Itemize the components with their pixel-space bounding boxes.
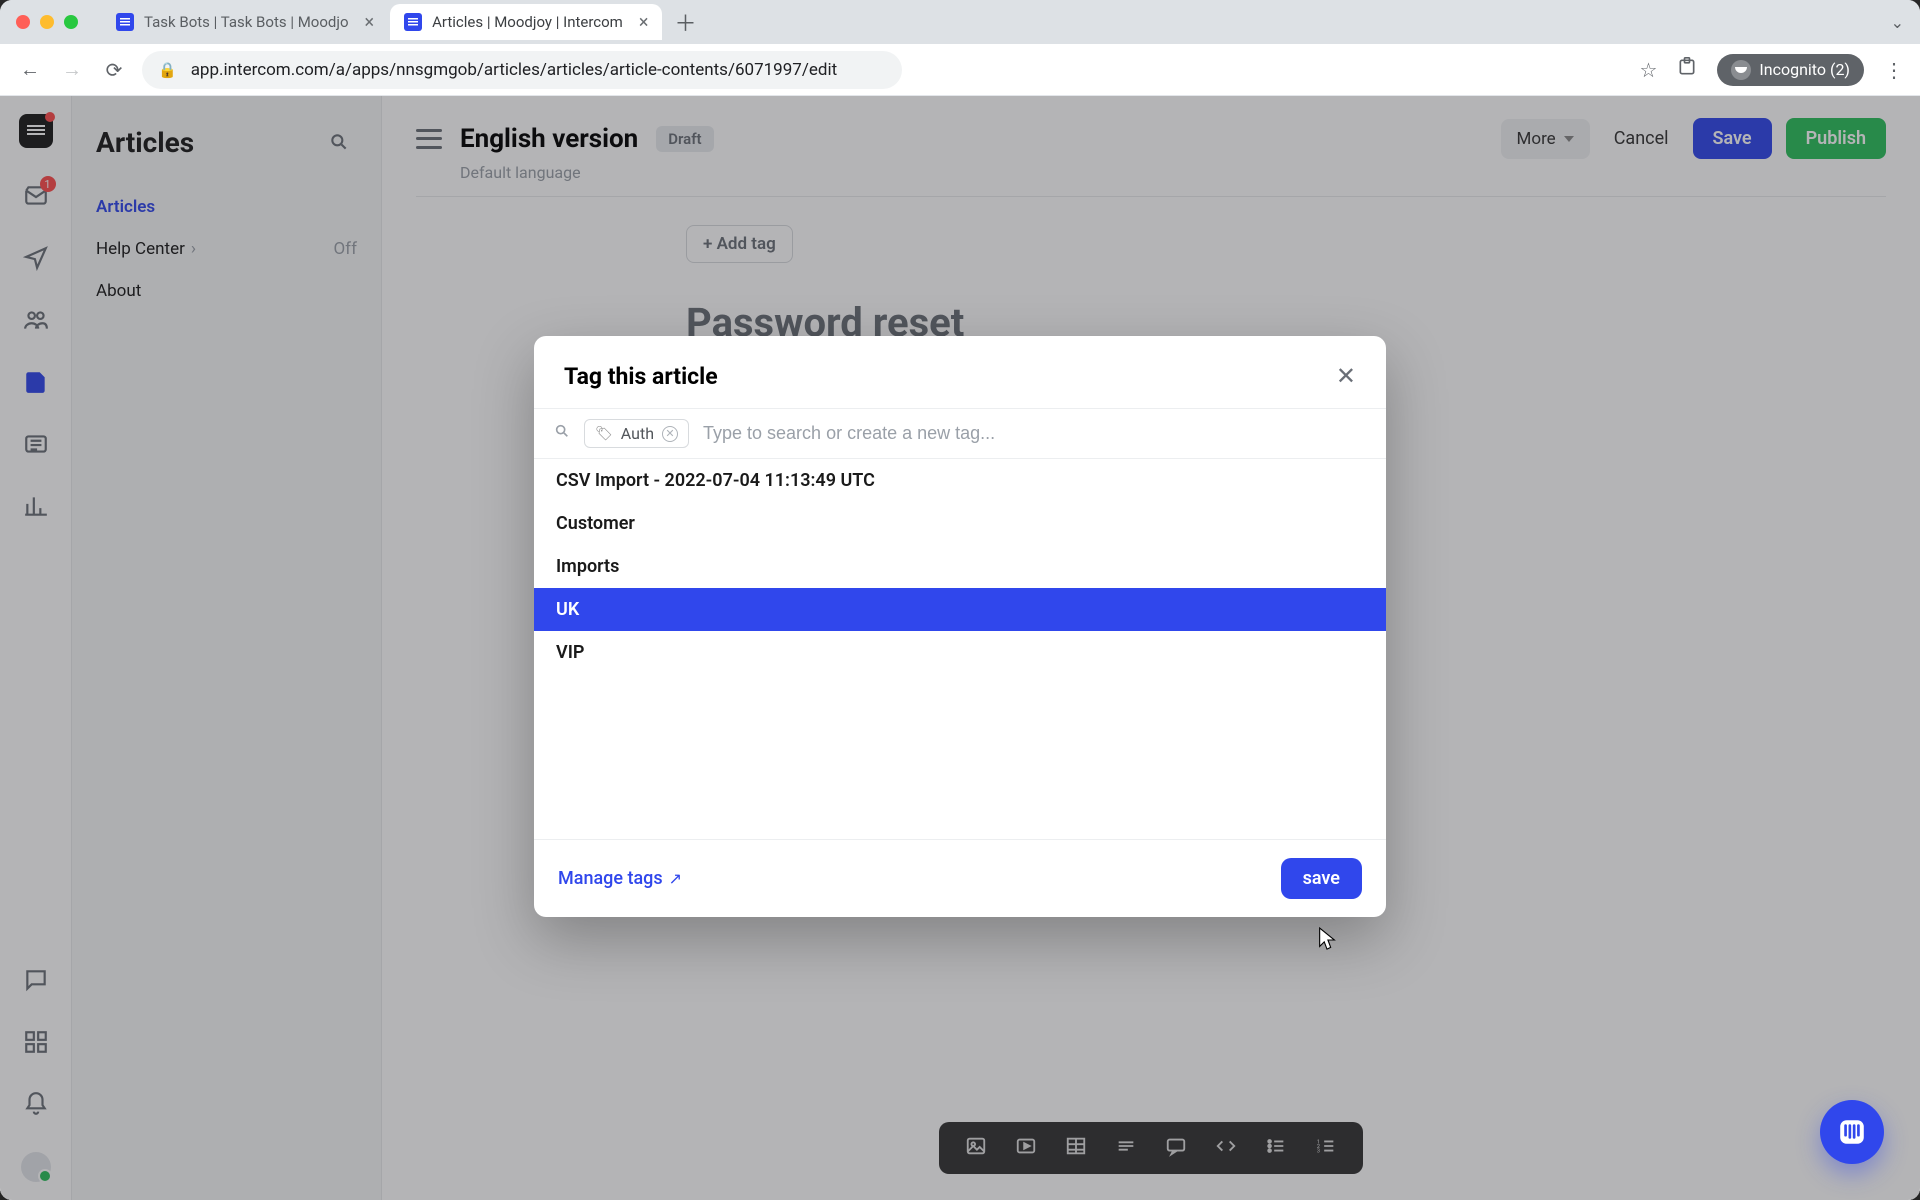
browser-toolbar: ← → ⟳ 🔒 app.intercom.com/a/apps/nnsgmgob… — [0, 44, 1920, 96]
tab-title: Task Bots | Task Bots | Moodjo — [144, 13, 349, 31]
intercom-launcher[interactable] — [1820, 1100, 1884, 1164]
address-bar[interactable]: 🔒 app.intercom.com/a/apps/nnsgmgob/artic… — [142, 51, 902, 89]
tag-option[interactable]: Customer — [534, 502, 1386, 545]
tag-article-dialog: Tag this article ✕ 🏷 Auth ✕ CSV Import -… — [534, 336, 1386, 917]
browser-tab-strip: Task Bots | Task Bots | Moodjo × Article… — [0, 0, 1920, 44]
tag-icon: 🏷 — [595, 426, 613, 442]
close-tab-icon[interactable]: × — [365, 12, 375, 33]
tabs-overflow-icon[interactable]: ⌄ — [1891, 13, 1904, 32]
incognito-icon — [1731, 60, 1751, 80]
tag-option[interactable]: Imports — [534, 545, 1386, 588]
tag-option[interactable]: UK — [534, 588, 1386, 631]
close-icon[interactable]: ✕ — [1336, 362, 1356, 390]
nav-reload-icon[interactable]: ⟳ — [100, 58, 128, 82]
bookmark-star-icon[interactable]: ☆ — [1639, 58, 1657, 82]
tag-search-input[interactable] — [703, 423, 1366, 444]
incognito-label: Incognito (2) — [1759, 60, 1850, 79]
dialog-save-button[interactable]: save — [1281, 858, 1362, 899]
new-tab-button[interactable]: ＋ — [674, 6, 696, 38]
window-close[interactable] — [16, 15, 30, 29]
remove-tag-icon[interactable]: ✕ — [662, 426, 678, 442]
intercom-favicon — [116, 13, 134, 31]
window-controls — [16, 15, 78, 29]
url-text: app.intercom.com/a/apps/nnsgmgob/article… — [191, 60, 837, 80]
nav-back-icon[interactable]: ← — [16, 57, 44, 82]
tag-option[interactable]: VIP — [534, 631, 1386, 674]
browser-tab[interactable]: Task Bots | Task Bots | Moodjo × — [102, 4, 388, 40]
search-icon — [554, 423, 570, 444]
window-maximize[interactable] — [64, 15, 78, 29]
tab-title: Articles | Moodjoy | Intercom — [432, 13, 623, 31]
tag-option[interactable]: CSV Import - 2022-07-04 11:13:49 UTC — [534, 459, 1386, 502]
intercom-favicon — [404, 13, 422, 31]
selected-tag-chip[interactable]: 🏷 Auth ✕ — [584, 419, 689, 448]
nav-forward-icon[interactable]: → — [58, 57, 86, 82]
incognito-indicator[interactable]: Incognito (2) — [1717, 54, 1864, 86]
browser-menu-icon[interactable]: ⋮ — [1884, 58, 1904, 82]
tag-chip-label: Auth — [621, 424, 654, 443]
browser-tab[interactable]: Articles | Moodjoy | Intercom × — [390, 4, 662, 40]
extensions-icon[interactable] — [1677, 57, 1697, 82]
manage-tags-link[interactable]: Manage tags ↗ — [558, 868, 682, 889]
tag-options-list: CSV Import - 2022-07-04 11:13:49 UTC Cus… — [534, 459, 1386, 839]
manage-tags-label: Manage tags — [558, 868, 663, 889]
close-tab-icon[interactable]: × — [639, 12, 649, 33]
window-minimize[interactable] — [40, 15, 54, 29]
external-link-icon: ↗ — [669, 869, 682, 888]
tag-search-row: 🏷 Auth ✕ — [534, 408, 1386, 459]
dialog-title: Tag this article — [564, 363, 718, 390]
lock-icon: 🔒 — [158, 61, 177, 79]
